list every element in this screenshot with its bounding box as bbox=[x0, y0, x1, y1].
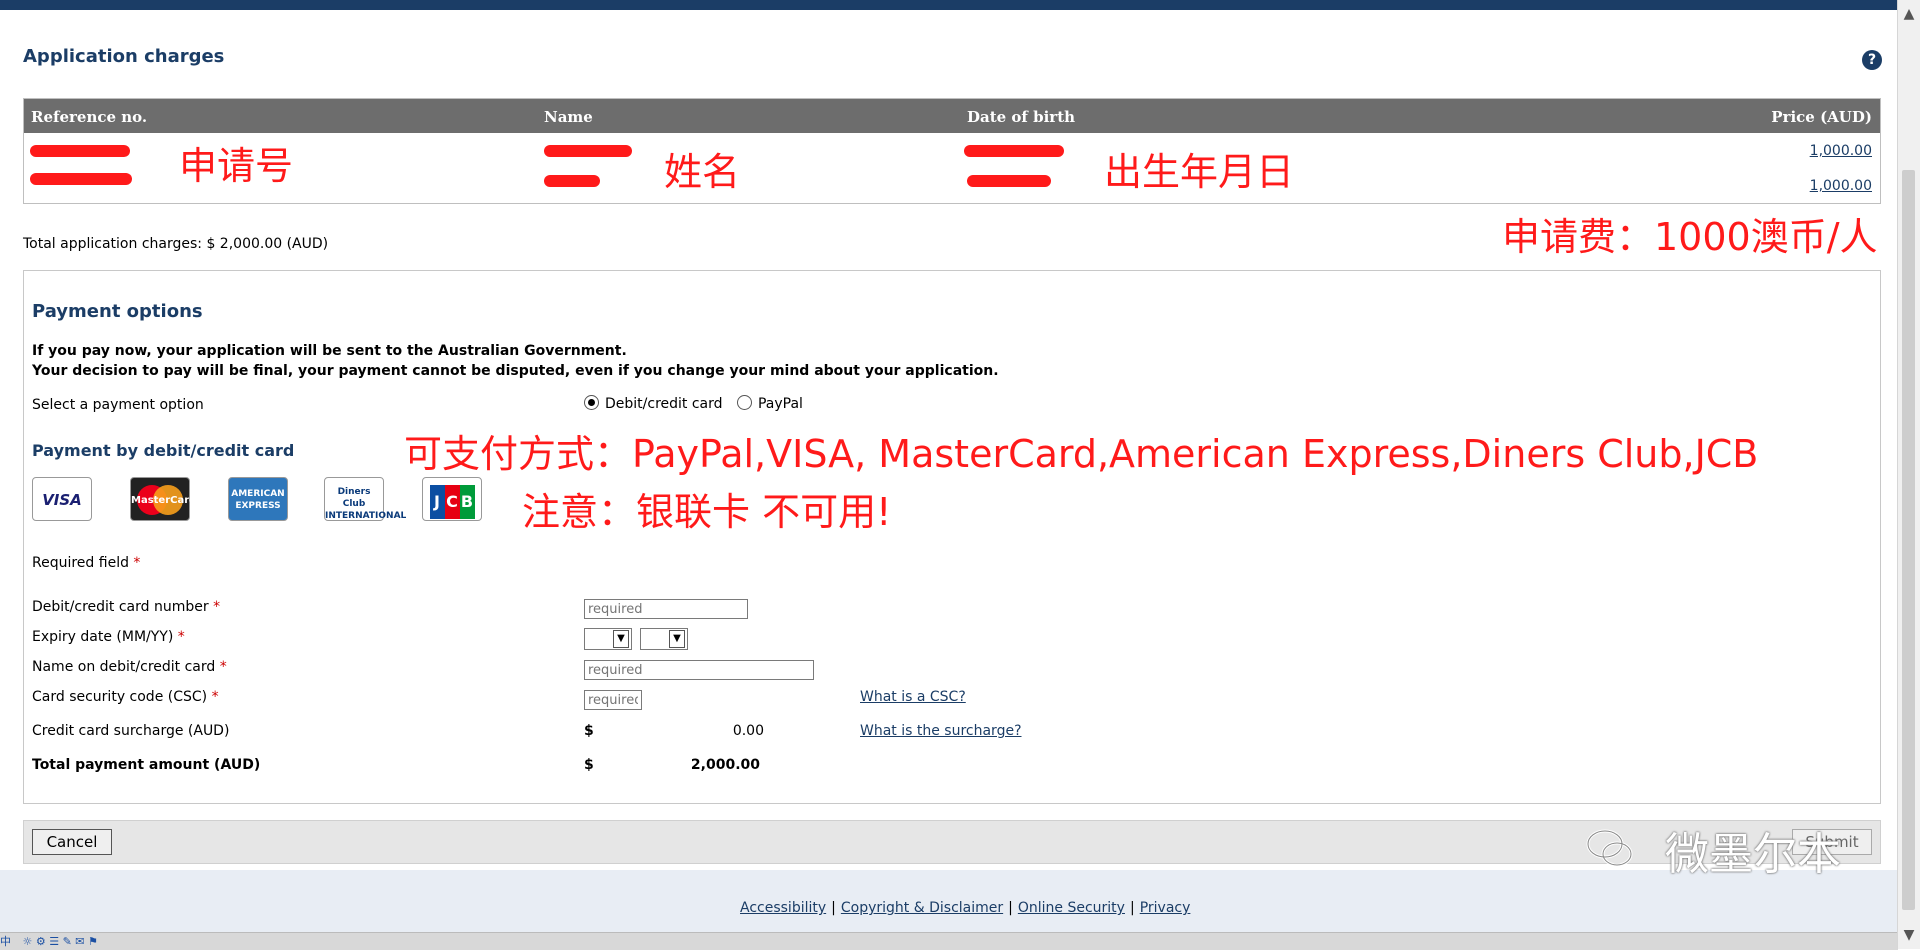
ime-indicator[interactable]: 中 bbox=[0, 935, 11, 948]
name-on-card-label: Name on debit/credit card bbox=[32, 659, 216, 675]
amex-icon: AMERICAN EXPRESS bbox=[228, 477, 288, 521]
vertical-scrollbar[interactable]: ▲ ▼ bbox=[1897, 0, 1920, 949]
total-payment-label: Total payment amount (AUD) bbox=[32, 757, 261, 773]
expiry-year-select[interactable]: ▼ bbox=[640, 628, 688, 650]
top-banner bbox=[0, 0, 1898, 10]
price-link-2[interactable]: 1,000.00 bbox=[1810, 178, 1872, 194]
payment-notice-2: Your decision to pay will be final, your… bbox=[32, 363, 999, 379]
what-is-surcharge-link[interactable]: What is the surcharge? bbox=[860, 723, 1022, 739]
scroll-thumb[interactable] bbox=[1902, 170, 1915, 910]
required-mark: * bbox=[213, 599, 221, 615]
annotation-dob: 出生年月日 bbox=[1104, 150, 1295, 194]
diners-club-icon: Diners Club INTERNATIONAL bbox=[324, 477, 406, 521]
footer-link-security[interactable]: Online Security bbox=[1018, 900, 1125, 916]
charges-table: Reference no. Name Date of birth Price (… bbox=[23, 98, 1881, 204]
redacted-reference-1 bbox=[30, 145, 130, 157]
watermark-text: 微墨尔本 bbox=[1665, 829, 1841, 880]
footer-link-copyright[interactable]: Copyright & Disclaimer bbox=[841, 900, 1003, 916]
radio-debit-credit[interactable] bbox=[584, 395, 599, 410]
total-application-charges: Total application charges: $ 2,000.00 (A… bbox=[23, 236, 329, 252]
main-content: Application charges ? Reference no. Name… bbox=[0, 10, 1898, 870]
col-reference: Reference no. bbox=[31, 108, 148, 126]
total-payment-value: 2,000.00 bbox=[690, 757, 760, 773]
csc-label: Card security code (CSC) bbox=[32, 689, 208, 705]
payment-options-title: Payment options bbox=[32, 301, 203, 322]
footer-link-accessibility[interactable]: Accessibility bbox=[740, 900, 826, 916]
jcb-letter: B bbox=[459, 485, 475, 519]
surcharge-value: 0.00 bbox=[732, 723, 764, 739]
col-name: Name bbox=[544, 108, 593, 126]
table-body: 1,000.00 1,000.00 申请号 姓名 出生年月日 bbox=[24, 133, 1880, 203]
radio-paypal-label: PayPal bbox=[757, 396, 803, 412]
jcb-icon: JCB bbox=[422, 477, 482, 521]
visa-icon: VISA bbox=[32, 477, 92, 521]
price-link-1[interactable]: 1,000.00 bbox=[1810, 143, 1872, 159]
what-is-csc-link[interactable]: What is a CSC? bbox=[860, 689, 966, 705]
mastercard-label: MasterCard bbox=[131, 495, 197, 506]
footer-separator: | bbox=[1129, 900, 1135, 916]
radio-paypal[interactable] bbox=[736, 395, 752, 410]
card-section-title: Payment by debit/credit card bbox=[32, 441, 295, 460]
expiry-row: Expiry date (MM/YY) * bbox=[32, 629, 185, 645]
name-on-card-row: Name on debit/credit card * bbox=[32, 659, 227, 675]
csc-row: Card security code (CSC) * bbox=[32, 689, 219, 705]
required-mark: * bbox=[219, 659, 227, 675]
mastercard-icon: MasterCard bbox=[130, 477, 196, 521]
jcb-letter: J bbox=[429, 485, 445, 519]
redacted-dob-1 bbox=[964, 145, 1064, 157]
col-dob: Date of birth bbox=[967, 108, 1076, 126]
payment-options-panel: Payment options If you pay now, your app… bbox=[23, 270, 1881, 804]
toolbar-icons: ☼ ⚙ ☰ ✎ ✉ ⚑ bbox=[22, 935, 98, 948]
csc-input[interactable] bbox=[584, 690, 642, 710]
footer: Accessibility | Copyright & Disclaimer | Onl… bbox=[0, 870, 1898, 932]
expiry-month-select[interactable]: ▼ bbox=[584, 628, 632, 650]
surcharge-currency: $ bbox=[584, 723, 594, 739]
footer-separator: | bbox=[1008, 900, 1013, 916]
footer-links: Accessibility | Copyright & Disclaimer | Onl… bbox=[740, 900, 1190, 916]
card-number-row: Debit/credit card number * bbox=[32, 599, 220, 615]
select-payment-label: Select a payment option bbox=[32, 397, 204, 413]
name-on-card-input[interactable] bbox=[584, 660, 814, 680]
expiry-label: Expiry date (MM/YY) bbox=[32, 629, 174, 645]
required-mark: * bbox=[211, 689, 219, 705]
required-mark: * bbox=[177, 629, 185, 645]
payment-option-group: Debit/credit card PayPal bbox=[584, 395, 813, 412]
wechat-icon bbox=[1586, 829, 1633, 867]
redacted-name-2 bbox=[544, 175, 600, 187]
table-header: Reference no. Name Date of birth Price (… bbox=[24, 99, 1880, 133]
card-number-label: Debit/credit card number bbox=[32, 599, 209, 615]
col-price: Price (AUD) bbox=[1771, 108, 1872, 126]
required-mark: * bbox=[133, 555, 141, 571]
required-field-label: Required field bbox=[32, 555, 129, 571]
annotation-methods: 可支付方式：PayPal,VISA, MasterCard,American E… bbox=[404, 432, 1759, 476]
scroll-down-icon[interactable]: ▼ bbox=[1898, 925, 1920, 945]
help-icon[interactable]: ? bbox=[1862, 50, 1882, 70]
card-number-input[interactable] bbox=[584, 599, 748, 619]
required-field-note: Required field * bbox=[32, 555, 140, 571]
scroll-up-icon[interactable]: ▲ bbox=[1898, 4, 1920, 24]
redacted-name-1 bbox=[544, 145, 632, 157]
taskbar: 中 ☼ ⚙ ☰ ✎ ✉ ⚑ bbox=[0, 932, 1898, 950]
annotation-name: 姓名 bbox=[664, 150, 741, 194]
redacted-dob-2 bbox=[967, 175, 1051, 187]
chevron-down-icon: ▼ bbox=[613, 630, 629, 648]
annotation-note: 注意：银联卡 不可用! bbox=[522, 490, 892, 534]
annotation-fee: 申请费：1000澳币/人 bbox=[1502, 215, 1878, 259]
charges-title: Application charges bbox=[23, 46, 225, 67]
redacted-reference-2 bbox=[30, 173, 132, 185]
total-currency: $ bbox=[584, 757, 594, 773]
cancel-button[interactable]: Cancel bbox=[32, 829, 112, 855]
radio-debit-credit-label: Debit/credit card bbox=[605, 396, 723, 412]
footer-link-privacy[interactable]: Privacy bbox=[1140, 900, 1191, 916]
footer-separator: | bbox=[831, 900, 836, 916]
surcharge-label: Credit card surcharge (AUD) bbox=[32, 723, 230, 739]
annotation-reference: 申请号 bbox=[179, 144, 294, 188]
jcb-letter: C bbox=[444, 485, 460, 519]
payment-notice-1: If you pay now, your application will be… bbox=[32, 343, 627, 359]
chevron-down-icon: ▼ bbox=[669, 630, 685, 648]
